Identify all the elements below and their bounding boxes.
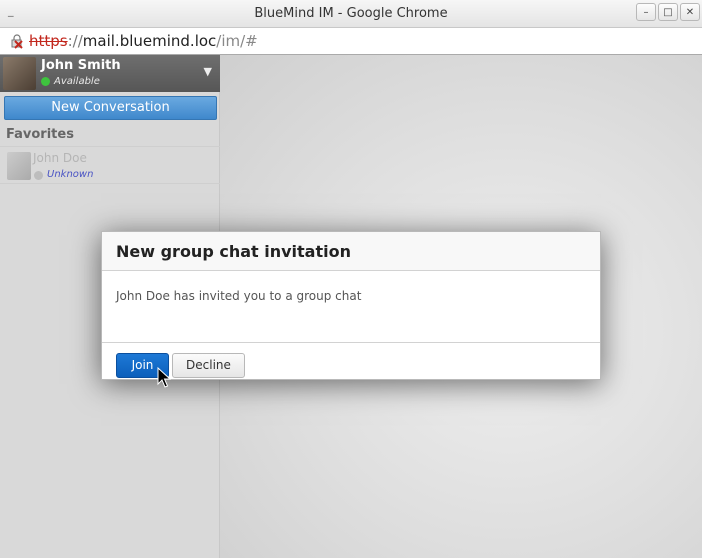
contact-name: John Doe bbox=[33, 151, 87, 165]
window-controls: – □ ✕ bbox=[636, 3, 700, 21]
dialog-message: John Doe has invited you to a group chat bbox=[116, 289, 362, 303]
mouse-pointer-icon bbox=[157, 367, 171, 388]
minimize-button[interactable]: – bbox=[636, 3, 656, 21]
url-separator: :// bbox=[67, 32, 83, 50]
user-avatar bbox=[3, 57, 36, 90]
contact-item[interactable]: John Doe Unknown bbox=[0, 146, 220, 184]
user-header[interactable]: John Smith Available ▼ bbox=[0, 55, 220, 92]
address-bar[interactable]: https://mail.bluemind.loc/im/# bbox=[0, 28, 702, 55]
url-text[interactable]: https://mail.bluemind.loc/im/# bbox=[29, 32, 258, 50]
url-host: mail.bluemind.loc bbox=[82, 32, 217, 50]
new-conversation-button[interactable]: New Conversation bbox=[4, 96, 217, 120]
contact-avatar bbox=[7, 152, 31, 180]
user-status: Available bbox=[54, 76, 100, 87]
url-scheme: https bbox=[29, 32, 68, 50]
user-name: John Smith bbox=[41, 58, 121, 73]
maximize-button[interactable]: □ bbox=[658, 3, 678, 21]
window-title: BlueMind IM - Google Chrome bbox=[254, 6, 448, 21]
dialog-header: New group chat invitation bbox=[102, 232, 600, 271]
favorites-heading: Favorites bbox=[6, 127, 74, 142]
chevron-down-icon[interactable]: ▼ bbox=[204, 65, 212, 78]
dialog-footer: Join Decline bbox=[102, 342, 600, 379]
dialog-title: New group chat invitation bbox=[116, 242, 351, 261]
broken-lock-icon[interactable] bbox=[9, 33, 25, 49]
user-status-dot bbox=[41, 77, 50, 86]
decline-button[interactable]: Decline bbox=[172, 353, 245, 378]
contact-status: Unknown bbox=[47, 169, 94, 180]
contact-status-dot bbox=[34, 171, 43, 180]
close-window-button[interactable]: ✕ bbox=[680, 3, 700, 21]
invitation-dialog: New group chat invitation John Doe has i… bbox=[101, 231, 601, 380]
url-path: /im/# bbox=[216, 32, 258, 50]
window-titlebar: _ BlueMind IM - Google Chrome – □ ✕ bbox=[0, 0, 702, 28]
